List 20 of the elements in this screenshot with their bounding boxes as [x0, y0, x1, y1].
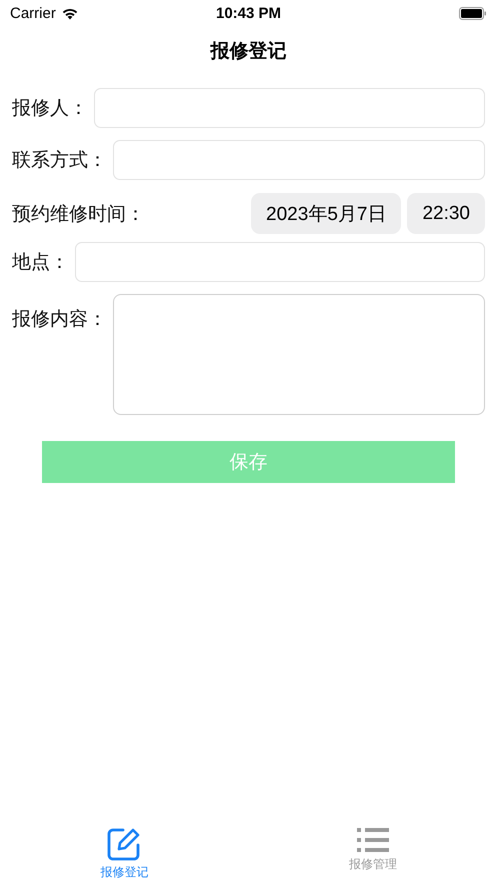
status-time: 10:43 PM	[216, 4, 282, 22]
field-label: 地点：	[12, 251, 69, 275]
carrier-name: Carrier	[10, 4, 56, 22]
input-field[interactable]	[75, 242, 485, 282]
list-icon	[356, 827, 389, 853]
text-area[interactable]	[113, 294, 485, 415]
nav-title: 报修登记	[210, 40, 286, 64]
input-field[interactable]	[94, 88, 485, 128]
tab[interactable]: 报修管理	[248, 825, 497, 883]
field-label: 报修内容：	[12, 308, 107, 332]
input-field[interactable]	[113, 140, 485, 180]
battery-icon	[459, 6, 487, 20]
wifi-icon	[60, 6, 79, 20]
tab[interactable]: 报修登记	[0, 825, 248, 883]
pencil-square-icon	[107, 827, 142, 861]
date-picker[interactable]: 2023年5月7日	[251, 193, 402, 234]
field-label: 报修人：	[12, 97, 88, 121]
field-label: 联系方式：	[12, 149, 107, 173]
field-label: 预约维修时间：	[12, 202, 145, 226]
time-picker[interactable]: 22:30	[407, 193, 485, 234]
